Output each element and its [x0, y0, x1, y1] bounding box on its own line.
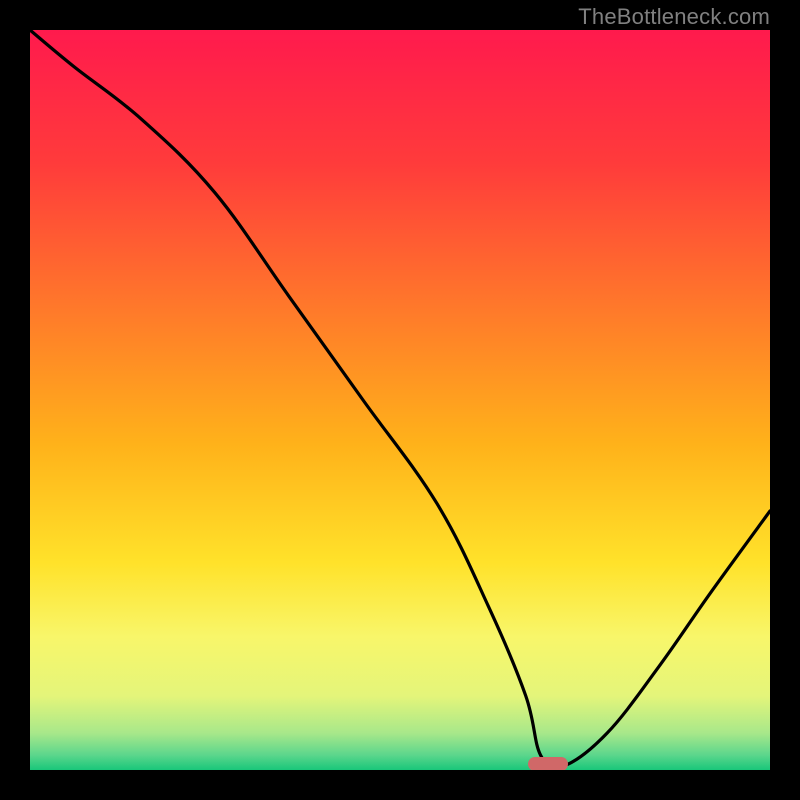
plot-area — [30, 30, 770, 770]
chart-frame: TheBottleneck.com — [0, 0, 800, 800]
watermark-text: TheBottleneck.com — [578, 4, 770, 30]
optimal-marker — [528, 757, 568, 770]
bottleneck-curve — [30, 30, 770, 770]
